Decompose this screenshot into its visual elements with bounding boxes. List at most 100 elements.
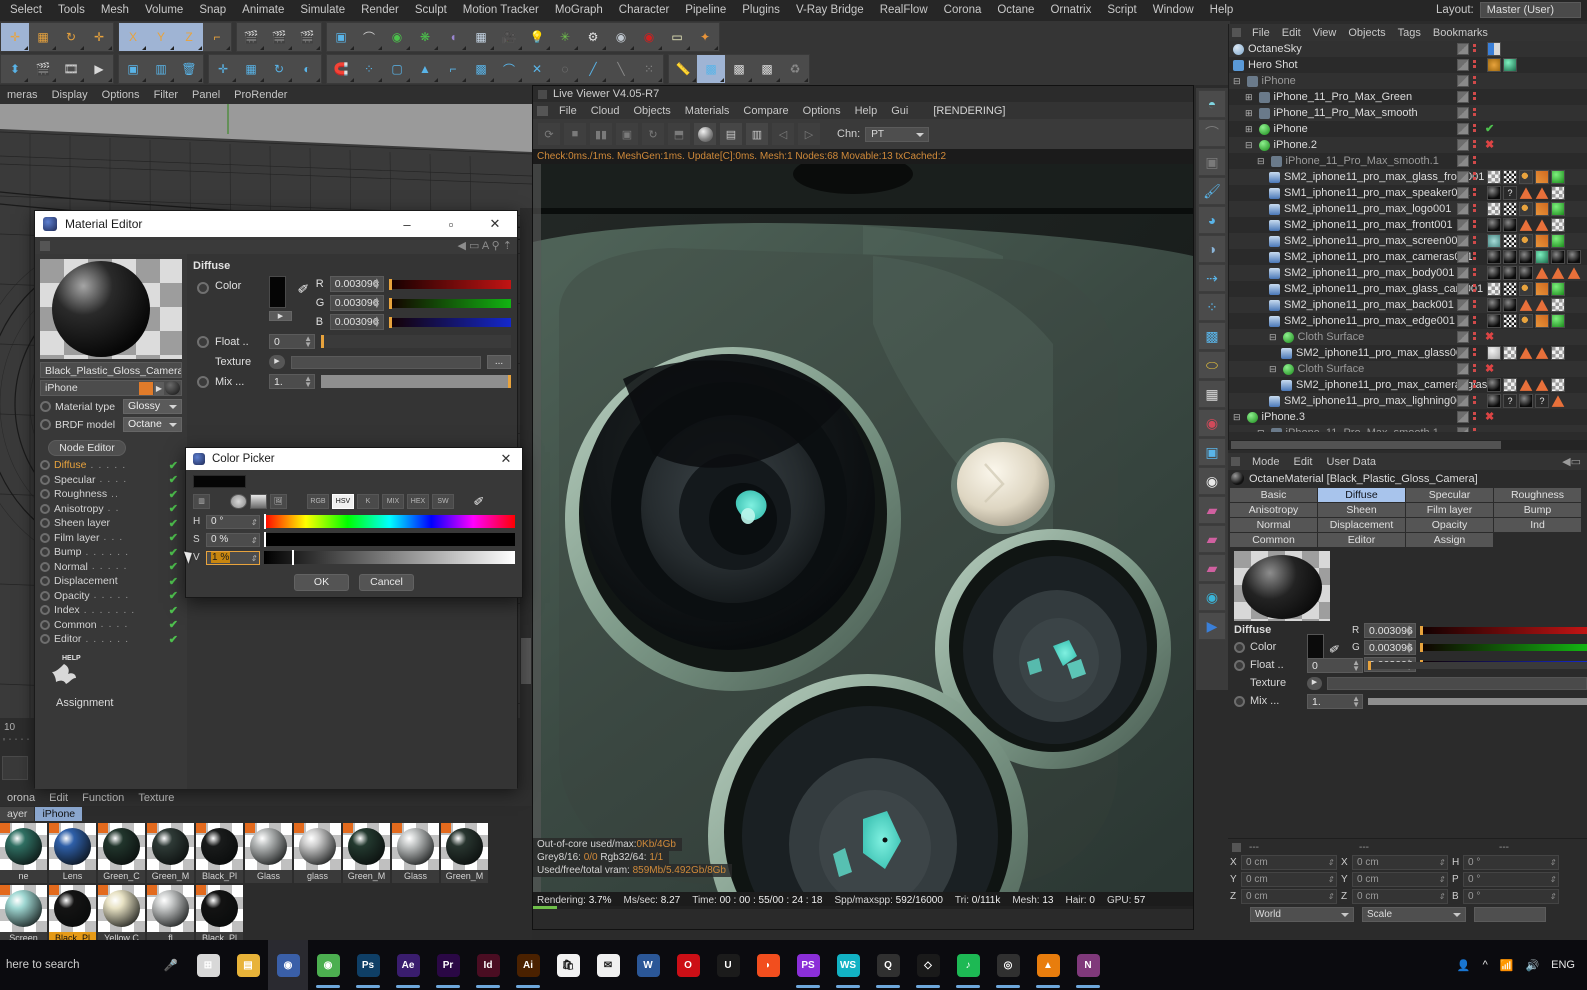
lv-region-icon[interactable]: ▣ [615,122,639,146]
lv-menu-options[interactable]: Options [796,105,848,117]
bend-icon[interactable]: ⬭ [1198,351,1226,379]
channel-check-icon[interactable]: ✔ [169,531,178,544]
brush-icon[interactable]: 🖌 [1198,177,1226,205]
mix-radio[interactable] [1234,695,1245,707]
attr-tab-bump[interactable]: Bump [1494,503,1581,517]
layout-selector[interactable]: Layout: Master (User) [1436,2,1581,18]
axis-x-icon[interactable]: X [119,23,147,51]
octane-icon[interactable]: ✳ [551,23,579,51]
float-slider-knob[interactable] [1368,660,1371,670]
layout-value[interactable]: Master (User) [1479,2,1581,18]
viewport-menu-panel[interactable]: Panel [185,89,227,101]
channel-bump[interactable]: Bump. . . . . . ✔ [40,545,182,560]
object-tag-box[interactable] [1457,315,1469,327]
channel-check-icon[interactable]: ✔ [169,473,178,486]
object-row[interactable]: ⊟ iPhone_11_Pro_Max_smooth.1 [1229,153,1587,169]
attr-tab-roughness[interactable]: Roughness [1494,488,1581,502]
taskbar-figma-icon[interactable]: ◗ [748,940,788,990]
cam-grid2-icon[interactable]: ▩ [753,55,781,83]
move2-icon[interactable]: ✛ [85,23,113,51]
taskbar-indesign-icon[interactable]: Id [468,940,508,990]
lv-pause-icon[interactable]: ▮▮ [589,122,613,146]
people-icon[interactable]: 👤 [1457,959,1471,972]
tag-checker[interactable] [1487,282,1501,296]
color-radio[interactable] [197,282,209,294]
tag-q[interactable]: ? [1503,394,1517,408]
rgb-slider-knob-G[interactable] [388,297,392,309]
viewport-menu-options[interactable]: Options [95,89,147,101]
tag-dots[interactable] [1519,170,1533,184]
object-name-wrap[interactable]: ⊞ iPhone_11_Pro_Max_smooth [1229,107,1587,119]
axis-z-icon[interactable]: Z [175,23,203,51]
viewport-menu-meras[interactable]: meras [0,89,45,101]
color-mode-hex[interactable]: HEX [407,493,429,509]
move-down-icon[interactable]: ⬍ [1,55,29,83]
stepper-icon[interactable]: ▲▼ [373,315,381,329]
color-input-V[interactable]: 1 % ⇕ [206,550,260,565]
menu-item-mograph[interactable]: MoGraph [547,0,611,21]
object-row[interactable]: SM2_iphone11_pro_max_body001 [1229,265,1587,281]
tag-tri[interactable] [1535,187,1549,199]
object-tag-box[interactable] [1457,411,1469,423]
channel-radio[interactable] [40,605,50,616]
object-row[interactable]: SM2_iphone11_pro_max_glass_cam001 [1229,281,1587,297]
material-tab-ayer[interactable]: ayer [0,806,35,821]
stepper-icon[interactable]: ▲▼ [1405,623,1413,637]
material-thumbnail[interactable] [147,823,194,870]
render-region-icon[interactable]: 🎬 [265,23,293,51]
attr-tab-diffuse[interactable]: Diffuse [1318,488,1405,502]
disabled-x-icon[interactable]: ✖ [1485,138,1494,151]
scale-tool-icon[interactable]: ▦ [237,55,265,83]
stepper-icon[interactable]: ▲▼ [373,277,381,291]
object-manager-scroll-thumb[interactable] [1231,441,1501,449]
color-swatch[interactable] [269,276,286,308]
tag-tri[interactable] [1535,267,1549,279]
mix-input[interactable]: 1. ▲ ▼ [1307,693,1363,709]
channel-check-icon[interactable]: ✔ [169,546,178,559]
attr-tab-editor[interactable]: Editor [1318,533,1405,547]
attr-tab-assign[interactable]: Assign [1406,533,1493,547]
disabled-x-icon[interactable]: ✖ [1485,330,1494,343]
stepper-icon[interactable]: ▲▼ [304,375,312,389]
matman-menu-function[interactable]: Function [75,792,131,804]
object-name-wrap[interactable]: ⊞ iPhone [1229,123,1587,135]
attr-tab-specular[interactable]: Specular [1406,488,1493,502]
tag-checker[interactable] [1551,298,1565,312]
texture-arrow-icon[interactable]: ▶ [1307,676,1322,690]
stepper-icon[interactable]: ⇕ [250,534,257,547]
search-box[interactable]: here to search 🎤 [0,940,188,990]
object-row[interactable]: SM2_iphone11_pro_max_edge001 [1229,313,1587,329]
menu-item-plugins[interactable]: Plugins [734,0,788,21]
tag-uv[interactable] [1535,234,1549,248]
material-cell[interactable]: Green_M [343,823,390,883]
node-editor-button[interactable]: Node Editor [48,440,126,456]
lv-menu-gui[interactable]: Gui [884,105,915,117]
lv-material-ball-icon[interactable] [693,122,717,146]
volume-icon[interactable]: 🔊 [1525,959,1539,972]
object-tag-box[interactable] [1457,219,1469,231]
coord-field-rotation-P[interactable]: 0 ° ⇕ [1463,872,1559,887]
stepper-icon[interactable]: ⇕ [1438,873,1445,887]
object-name-wrap[interactable]: ⊟ Cloth Surface [1229,363,1587,375]
tag-green[interactable] [1551,170,1565,184]
menu-item-volume[interactable]: Volume [137,0,191,21]
tag-q[interactable]: ? [1503,186,1517,200]
rgb-input-B[interactable]: 0.003096 ▲ ▼ [329,314,384,330]
object-name-wrap[interactable]: OctaneSky [1229,43,1587,55]
expander-icon[interactable]: ⊞ [1245,92,1253,103]
tag-uv[interactable] [1535,202,1549,216]
nav-back-icon[interactable]: ◀▭ [1562,455,1581,468]
object-dots-icon[interactable] [1473,60,1476,70]
object-dots-icon[interactable] [1473,396,1476,406]
object-name-wrap[interactable]: Hero Shot [1229,59,1587,71]
object-tag-box[interactable] [1457,331,1469,343]
attr-tab-ind[interactable]: Ind [1494,518,1581,532]
channel-diffuse[interactable]: Diffuse. . . . . ✔ [40,458,182,473]
channel-film-layer[interactable]: Film layer. . . ✔ [40,531,182,546]
tag-checker2[interactable] [1503,170,1517,184]
channel-check-icon[interactable]: ✔ [169,618,178,631]
channel-radio[interactable] [40,590,50,601]
color-mode-k[interactable]: K [357,493,379,509]
object-name-wrap[interactable]: ⊟ Cloth Surface [1229,331,1587,343]
taskbar-photoshop2-icon[interactable]: PS [788,940,828,990]
